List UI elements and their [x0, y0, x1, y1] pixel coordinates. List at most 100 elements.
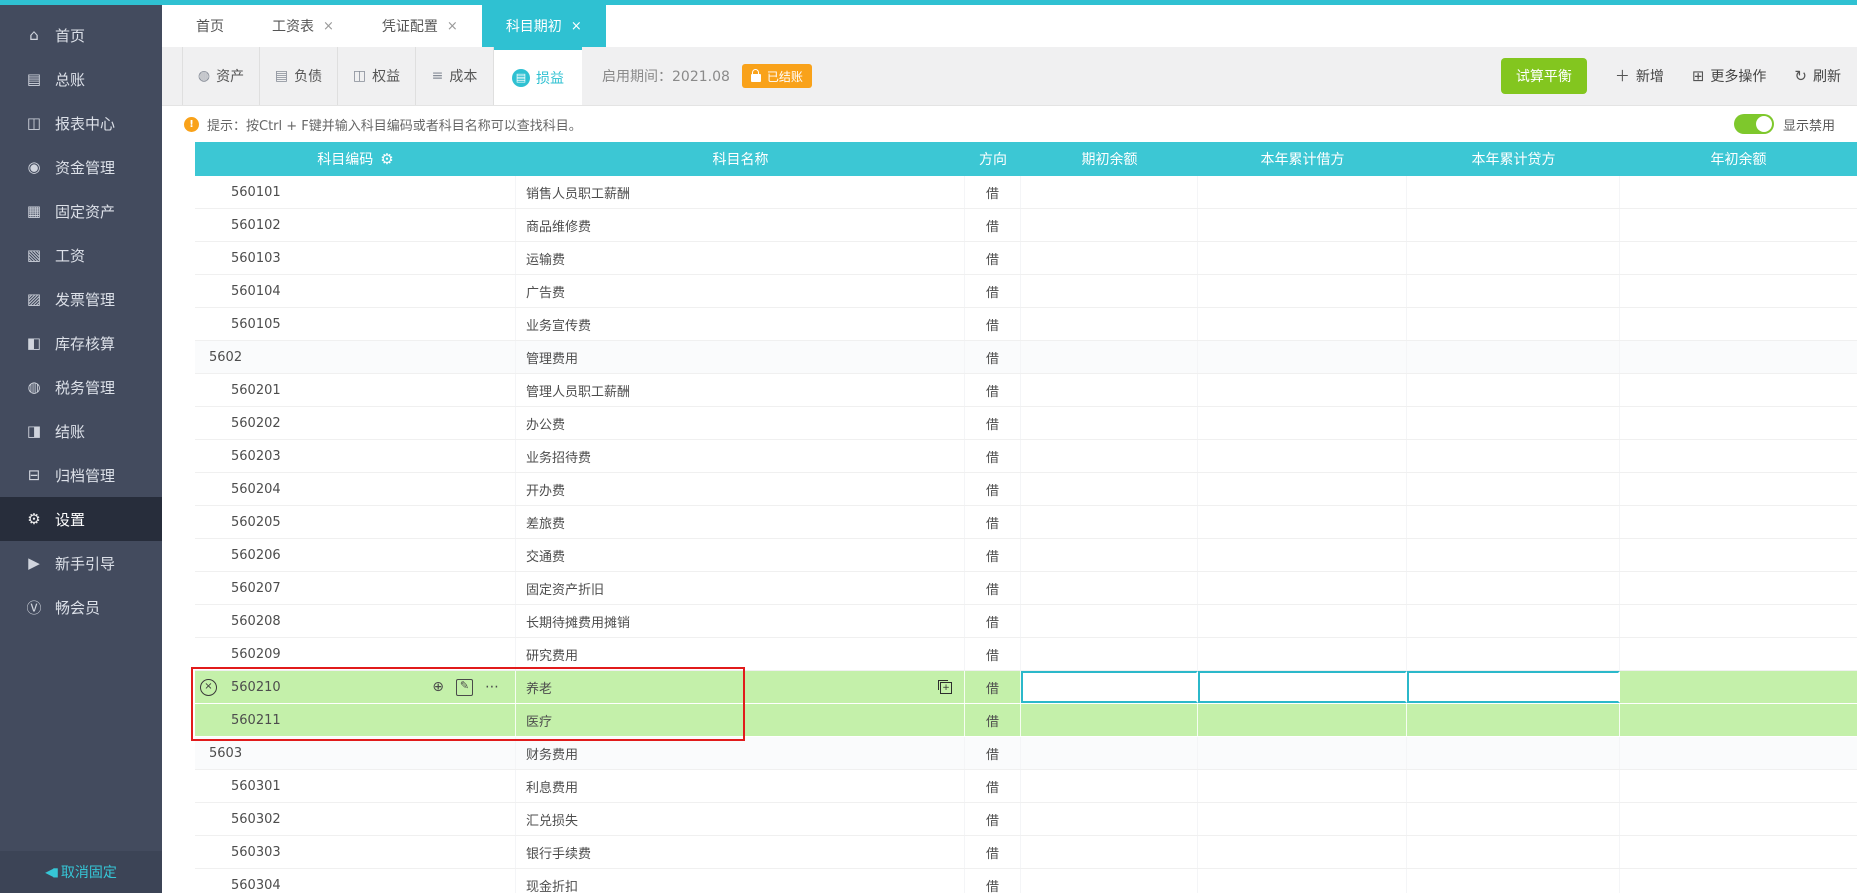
- table-row-560203[interactable]: 560203业务招待费借: [195, 440, 1857, 473]
- sidebar-item-工资[interactable]: ▧工资: [0, 233, 162, 277]
- trial-balance-button[interactable]: 试算平衡: [1501, 58, 1587, 94]
- table-row-560102[interactable]: 560102商品维修费借: [195, 209, 1857, 242]
- cell-ytd-debit: [1198, 737, 1407, 769]
- table-row-560211[interactable]: 560211医疗借: [195, 704, 1857, 737]
- table-row-560209[interactable]: 560209研究费用借: [195, 638, 1857, 671]
- refresh-button[interactable]: ↻ 刷新: [1794, 66, 1841, 86]
- cell-opening-balance[interactable]: [1021, 671, 1198, 703]
- table-row-560105[interactable]: 560105业务宣传费借: [195, 308, 1857, 341]
- tab-label: 工资表: [272, 16, 314, 36]
- table-row-560204[interactable]: 560204开办费借: [195, 473, 1857, 506]
- category-tab-label: 成本: [449, 66, 477, 86]
- add-account-button[interactable]: ＋ 新增: [1615, 66, 1664, 86]
- cell-year-begin-balance: [1620, 737, 1857, 769]
- category-tab-资产[interactable]: ◍资产: [182, 47, 260, 105]
- sidebar-item-label: 工资: [55, 245, 85, 266]
- add-sub-account-icon[interactable]: ⊕: [432, 680, 444, 694]
- account-name: 利息费用: [526, 777, 578, 796]
- table-row-560103[interactable]: 560103运输费借: [195, 242, 1857, 275]
- table-row-560301[interactable]: 560301利息费用借: [195, 770, 1857, 803]
- cell-name: 养老+: [516, 671, 965, 703]
- sidebar-item-发票管理[interactable]: ▨ 发票管理: [0, 277, 162, 321]
- delete-account-icon[interactable]: ×: [200, 679, 217, 696]
- show-disabled-toggle[interactable]: [1734, 114, 1774, 134]
- table-row-5602[interactable]: 5602管理费用借: [195, 341, 1857, 374]
- table-row-5603[interactable]: 5603财务费用借: [195, 737, 1857, 770]
- category-tab-权益[interactable]: ◫权益: [338, 47, 416, 105]
- cell-name: 广告费: [516, 275, 965, 307]
- cell-ytd-debit[interactable]: [1198, 671, 1407, 703]
- sidebar-item-首页[interactable]: ⌂首页: [0, 13, 162, 57]
- table-row-560202[interactable]: 560202办公费借: [195, 407, 1857, 440]
- unpin-sidebar-button[interactable]: ◀▮ 取消固定: [0, 851, 162, 893]
- cell-ytd-debit: [1198, 176, 1407, 208]
- table-row-560104[interactable]: 560104广告费借: [195, 275, 1857, 308]
- sidebar-item-总账[interactable]: ▤总账: [0, 57, 162, 101]
- table-row-560207[interactable]: 560207固定资产折旧借: [195, 572, 1857, 605]
- cell-code: 5603: [195, 737, 516, 769]
- table-row-560302[interactable]: 560302汇兑损失借: [195, 803, 1857, 836]
- column-header-label: 科目编码: [317, 149, 373, 169]
- cell-year-begin-balance: [1620, 374, 1857, 406]
- sidebar-item-设置[interactable]: ⚙设置: [0, 497, 162, 541]
- column-header-label: 方向: [979, 149, 1007, 169]
- account-name: 办公费: [526, 414, 565, 433]
- sidebar-item-新手引导[interactable]: ▶新手引导: [0, 541, 162, 585]
- cell-code: 560204: [195, 473, 516, 505]
- copy-account-icon[interactable]: +: [938, 680, 952, 694]
- sidebar-item-label: 发票管理: [55, 289, 115, 310]
- cell-ytd-credit: [1407, 572, 1620, 604]
- invoice-icon: ▨: [24, 290, 44, 308]
- cell-name: 办公费: [516, 407, 965, 439]
- table-row-560208[interactable]: 560208长期待摊费用摊销借: [195, 605, 1857, 638]
- sidebar-item-税务管理[interactable]: ◍税务管理: [0, 365, 162, 409]
- cell-year-begin-balance: [1620, 473, 1857, 505]
- tab-凭证配置[interactable]: 凭证配置×: [358, 5, 482, 47]
- sidebar-item-报表中心[interactable]: ◫报表中心: [0, 101, 162, 145]
- sidebar-item-label: 库存核算: [55, 333, 115, 354]
- cell-year-begin-balance: [1620, 308, 1857, 340]
- account-code: 560205: [231, 515, 281, 530]
- table-row-560303[interactable]: 560303银行手续费借: [195, 836, 1857, 869]
- tip-text: 提示：按Ctrl + F键并输入科目编码或者科目名称可以查找科目。: [207, 115, 582, 134]
- cell-ytd-debit: [1198, 242, 1407, 274]
- table-row-560201[interactable]: 560201管理人员职工薪酬借: [195, 374, 1857, 407]
- sidebar-item-固定资产[interactable]: ▦固定资产: [0, 189, 162, 233]
- edit-account-icon[interactable]: ✎: [456, 679, 473, 696]
- row-more-icon[interactable]: ⋯: [485, 680, 499, 694]
- sidebar-item-归档管理[interactable]: ⊟归档管理: [0, 453, 162, 497]
- tab-label: 科目期初: [506, 16, 562, 36]
- column-settings-gear-icon[interactable]: ⚙: [380, 150, 393, 168]
- cell-year-begin-balance: [1620, 539, 1857, 571]
- cell-opening-balance: [1021, 803, 1198, 835]
- tab-首页[interactable]: 首页: [172, 5, 248, 47]
- more-operations-button[interactable]: ⊞ 更多操作: [1692, 66, 1767, 86]
- sidebar-item-资金管理[interactable]: ◉资金管理: [0, 145, 162, 189]
- table-row-560101[interactable]: 560101销售人员职工薪酬借: [195, 176, 1857, 209]
- sidebar-item-库存核算[interactable]: ◧库存核算: [0, 321, 162, 365]
- sidebar-item-结账[interactable]: ◨结账: [0, 409, 162, 453]
- category-tab-负债[interactable]: ▤负债: [260, 47, 338, 105]
- account-name: 财务费用: [526, 744, 578, 763]
- category-tab-成本[interactable]: ≡成本: [416, 47, 494, 105]
- lock-icon: [751, 74, 761, 82]
- sidebar-item-畅会员[interactable]: Ⓥ畅会员: [0, 585, 162, 629]
- column-header-年初余额: 年初余额: [1620, 142, 1857, 176]
- table-row-560304[interactable]: 560304现金折扣借: [195, 869, 1857, 893]
- cell-ytd-credit[interactable]: [1407, 671, 1620, 703]
- table-row-560210[interactable]: ×560210⊕✎⋯养老+借: [195, 671, 1857, 704]
- close-tab-icon[interactable]: ×: [571, 19, 582, 34]
- column-header-label: 期初余额: [1082, 149, 1138, 169]
- category-tab-损益[interactable]: ▤损益: [494, 47, 582, 105]
- close-tab-icon[interactable]: ×: [447, 19, 458, 34]
- cell-code: 560303: [195, 836, 516, 868]
- table-row-560205[interactable]: 560205差旅费借: [195, 506, 1857, 539]
- tab-工资表[interactable]: 工资表 ×: [248, 5, 358, 47]
- pnl-icon: ▤: [512, 69, 530, 87]
- table-row-560206[interactable]: 560206交通费借: [195, 539, 1857, 572]
- cell-code: 560208: [195, 605, 516, 637]
- cell-year-begin-balance: [1620, 176, 1857, 208]
- tab-科目期初[interactable]: 科目期初 ×: [482, 0, 606, 47]
- close-tab-icon[interactable]: ×: [323, 19, 334, 34]
- cell-code: 560206: [195, 539, 516, 571]
